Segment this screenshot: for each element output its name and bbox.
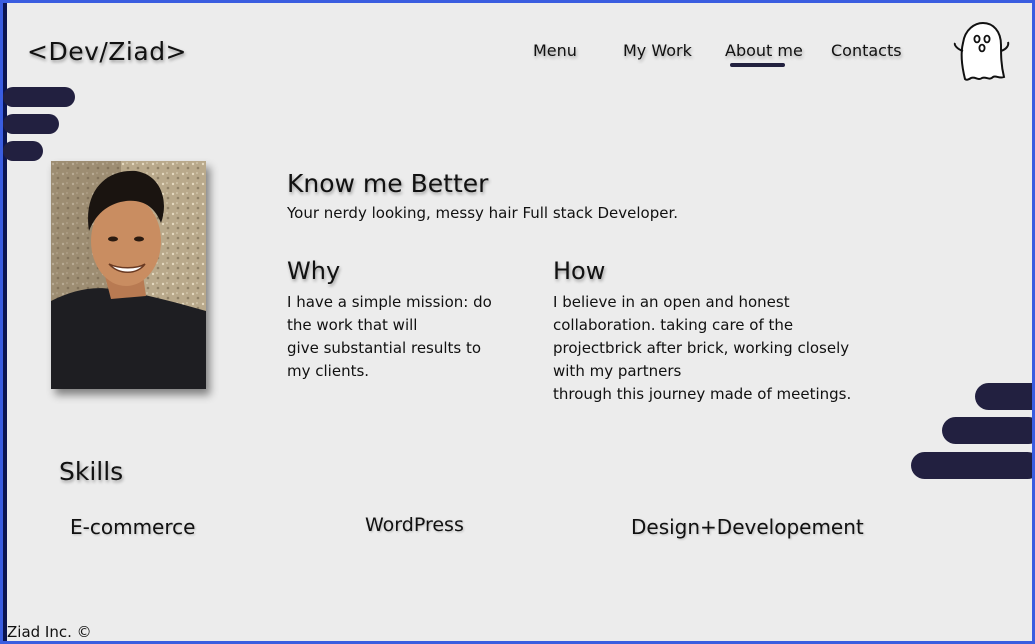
nav-my-work[interactable]: My Work — [623, 41, 692, 60]
why-line: give substantial results to — [287, 339, 482, 357]
nav-menu[interactable]: Menu — [533, 41, 577, 60]
how-line: projectbrick after brick, working closel… — [553, 339, 850, 357]
about-title: Know me Better — [287, 169, 489, 198]
why-line: I have a simple mission: do — [287, 293, 492, 311]
decor-bar — [911, 452, 1032, 479]
decor-bar — [3, 87, 75, 107]
why-line: the work that will — [287, 316, 418, 334]
how-line: collaboration. taking care of the — [553, 316, 794, 334]
footer-copyright: Ziad Inc. © — [7, 623, 92, 641]
about-subtitle: Your nerdy looking, messy hair Full stac… — [287, 204, 678, 222]
active-nav-indicator — [730, 63, 785, 67]
why-heading: Why — [287, 257, 341, 285]
site-logo[interactable]: <Dev/Ziad> — [27, 37, 187, 66]
how-line: I believe in an open and honest — [553, 293, 790, 311]
why-paragraph: I have a simple mission: do the work tha… — [287, 291, 492, 383]
how-line: through this journey made of meetings. — [553, 385, 852, 403]
skills-title: Skills — [59, 457, 124, 486]
how-line: with my partners — [553, 362, 682, 380]
skill-design-development: Design+Developement — [631, 515, 864, 539]
decor-bar — [942, 417, 1032, 444]
page-frame: <Dev/Ziad> Menu My Work About me Contact… — [0, 0, 1035, 644]
how-paragraph: I believe in an open and honest collabor… — [553, 291, 851, 406]
decor-bar — [3, 141, 43, 161]
ghost-icon[interactable] — [951, 21, 1011, 83]
decor-bar — [975, 383, 1032, 410]
nav-about-me[interactable]: About me — [725, 41, 803, 60]
profile-photo — [51, 161, 206, 389]
skill-ecommerce: E-commerce — [70, 515, 196, 539]
skill-wordpress: WordPress — [365, 514, 464, 536]
decor-bar — [3, 114, 59, 134]
how-heading: How — [553, 257, 606, 285]
why-line: my clients. — [287, 362, 370, 380]
nav-contacts[interactable]: Contacts — [831, 41, 902, 60]
